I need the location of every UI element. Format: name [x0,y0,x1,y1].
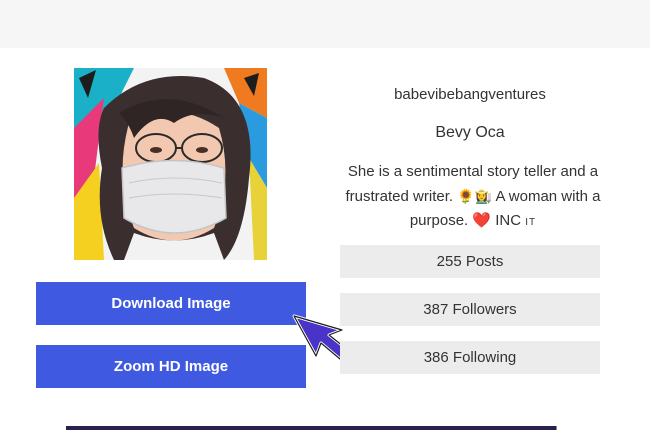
profile-avatar [74,68,267,260]
heart-emoji-icon: ❤️ [472,212,492,229]
bio-line-2-end: A woman with a [495,188,601,205]
top-bar [0,0,650,48]
bio-small-caps: IT [525,217,537,228]
posts-count: 255 Posts [340,245,600,278]
download-image-button[interactable]: Download Image [36,282,306,325]
profile-full-name: Bevy Oca [435,124,505,141]
zoom-hd-image-button[interactable]: Zoom HD Image [36,345,306,388]
bio-line-3: purpose. ❤️ INC IT [332,209,614,235]
farmer-emoji-icon: 👩‍🌾 [474,188,493,204]
followers-count[interactable]: 387 Followers [340,293,600,326]
avatar-illustration [74,68,267,260]
bio-line-2: frustrated writer. 🌻👩‍🌾 A woman with a [332,184,614,209]
profile-username: babevibebangventures [394,86,546,103]
bottom-media-strip [66,426,574,430]
profile-bio: She is a sentimental story teller and a … [332,160,614,235]
bio-line-2-text: frustrated writer. [345,188,454,205]
bottom-strip-tail [556,426,574,430]
sunflower-emoji-icon: 🌻 [457,188,475,204]
bio-line-1: She is a sentimental story teller and a [347,163,599,180]
bio-line-3-end: INC [495,212,522,229]
following-count[interactable]: 386 Following [340,341,600,374]
bio-line-3-text: purpose. [409,212,469,229]
